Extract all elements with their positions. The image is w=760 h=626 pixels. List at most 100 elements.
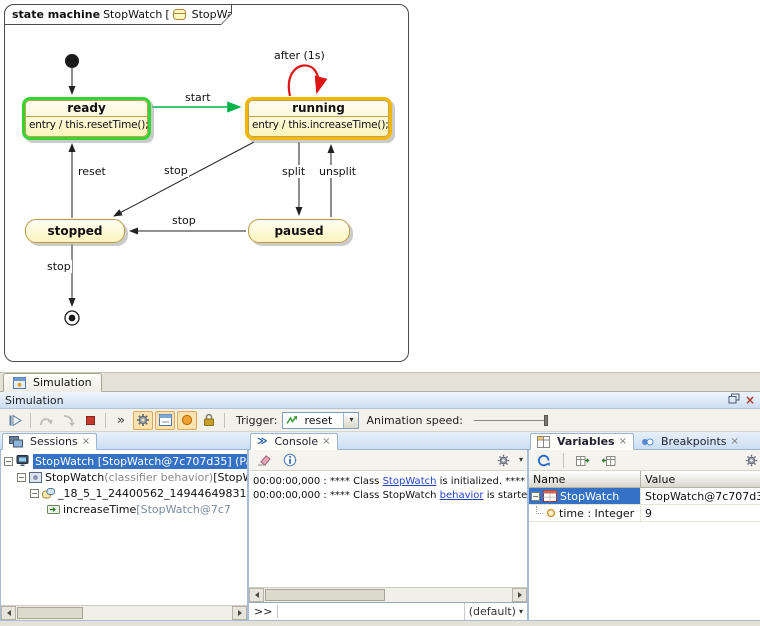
step-over-button[interactable] [36, 411, 56, 430]
attribute-icon [546, 508, 556, 518]
simulation-options-button[interactable] [133, 411, 153, 430]
session-row-behavior[interactable]: − StopWatch(classifier behavior) [StopW [1, 469, 247, 485]
simulation-toolbar: » Trigger: reset ▾ Animation speed: [0, 409, 760, 432]
triangle-left-icon [7, 610, 11, 616]
console-link-stopwatch[interactable]: StopWatch [383, 476, 437, 487]
console-options-gear-icon[interactable] [494, 451, 514, 470]
session-row-stopwatch[interactable]: − StopWatch [StopWatch@7c707d35] (Pause [1, 453, 247, 469]
triangle-right-icon [518, 592, 522, 598]
variable-row-stopwatch[interactable]: − StopWatch StopWatch@7c707d35 [529, 488, 760, 505]
state-ready[interactable]: ready entry / this.resetTime(); [22, 97, 151, 140]
tab-console[interactable]: ≫ Console × [250, 433, 338, 450]
console-line-2: 00:00:00,000 : **** Class StopWatch beha… [253, 489, 523, 503]
label-stop-final: stop [46, 260, 72, 273]
import-table-button[interactable] [599, 451, 619, 470]
tab-sessions[interactable]: Sessions × [2, 433, 97, 450]
active-state-toggle-button[interactable] [177, 411, 197, 430]
column-value[interactable]: Value [641, 471, 760, 487]
trigger-select[interactable]: reset ▾ [282, 412, 359, 429]
console-input[interactable] [278, 604, 463, 620]
slider-track [474, 420, 546, 421]
variables-options-gear-icon[interactable] [741, 451, 760, 470]
console-mode-value: (default) [469, 605, 516, 618]
breakpoints-tab-label: Breakpoints [661, 435, 727, 448]
signal-event-icon [286, 415, 298, 426]
console-output: 00:00:00,000 : **** Class StopWatch is i… [249, 471, 527, 587]
state-ready-name: ready [25, 100, 148, 117]
console-hscrollbar[interactable] [249, 587, 527, 602]
scroll-left-button[interactable] [249, 588, 264, 602]
column-name[interactable]: Name [529, 471, 641, 487]
terminate-button[interactable] [80, 411, 100, 430]
toolbar-overflow-chevron[interactable]: » [111, 411, 131, 430]
call-behavior-icon [47, 504, 60, 515]
transition-stop-from-running[interactable] [114, 142, 254, 216]
label-unsplit: unsplit [318, 165, 357, 178]
chevron-down-icon[interactable]: ▾ [519, 456, 523, 464]
export-table-button[interactable] [573, 451, 593, 470]
sessions-tab-label: Sessions [30, 435, 78, 448]
chevron-down-icon: ▾ [519, 608, 523, 616]
console-mode-select[interactable]: (default) ▾ [464, 603, 527, 620]
panel-bottom-edge [0, 621, 760, 626]
console-link-behavior[interactable]: behavior [440, 490, 484, 501]
scroll-thumb[interactable] [265, 589, 385, 601]
sessions-hscrollbar[interactable] [1, 605, 247, 620]
animation-speed-label: Animation speed: [366, 414, 463, 427]
simulation-panel: Simulation Simulation × » Trigger: [0, 372, 760, 626]
console-prompt: >> [249, 605, 278, 618]
close-icon[interactable]: × [745, 395, 755, 405]
label-stop-paused: stop [171, 214, 197, 227]
simulation-tab-icon [13, 377, 26, 389]
tab-variables[interactable]: Variables × [530, 433, 634, 450]
variable-row-time[interactable]: time : Integer 9 [529, 505, 760, 522]
close-icon[interactable]: × [322, 437, 330, 446]
animation-speed-slider[interactable] [474, 412, 550, 429]
scroll-thumb[interactable] [17, 607, 83, 619]
state-running-entry: entry / this.increaseTime(); [248, 117, 389, 131]
initial-state[interactable] [65, 54, 79, 68]
tab-simulation[interactable]: Simulation [3, 373, 102, 392]
panel-title: Simulation [5, 394, 64, 407]
console-toolbar: ▾ [249, 450, 527, 471]
collapse-icon[interactable]: − [17, 473, 26, 482]
scroll-right-button[interactable] [512, 588, 527, 602]
session-row-activity[interactable]: − _18_5_1_24400562_1494464983105 [1, 485, 247, 501]
close-icon[interactable]: × [619, 437, 627, 446]
slider-thumb[interactable] [544, 415, 548, 426]
session-row-increasetime[interactable]: increaseTime [StopWatch@7c7 [1, 501, 247, 517]
step-into-button[interactable] [58, 411, 78, 430]
tab-breakpoints[interactable]: Breakpoints × [635, 433, 745, 450]
float-window-icon[interactable] [728, 393, 740, 407]
clear-console-button[interactable] [254, 451, 274, 470]
simulation-tab-label: Simulation [33, 376, 92, 389]
object-table-icon [543, 490, 557, 502]
tree-elbow [536, 506, 543, 514]
scroll-left-button[interactable] [1, 606, 16, 620]
close-icon[interactable]: × [82, 437, 90, 446]
state-running[interactable]: running entry / this.increaseTime(); [245, 97, 392, 140]
transition-after-self-loop[interactable] [289, 65, 319, 96]
lock-button[interactable] [199, 411, 219, 430]
increasetime-row-name: increaseTime [63, 503, 136, 516]
info-button[interactable] [280, 451, 300, 470]
console-tab-bar: ≫ Console × [248, 432, 528, 450]
final-state-inner [69, 315, 76, 322]
trigger-dropdown-button[interactable]: ▾ [343, 413, 358, 428]
magicdraw-simulation-screen: state machine StopWatch [ StopWatch ] re… [0, 0, 760, 626]
animate-toggle-button[interactable] [155, 411, 175, 430]
collapse-icon[interactable]: − [30, 489, 39, 498]
state-stopped[interactable]: stopped [25, 219, 125, 243]
close-icon[interactable]: × [731, 437, 739, 446]
console-text: is initialized. **** [436, 476, 525, 487]
refresh-button[interactable] [534, 451, 554, 470]
collapse-icon[interactable]: − [4, 457, 13, 466]
behavior-icon [29, 472, 42, 483]
state-ready-entry: entry / this.resetTime(); [25, 117, 148, 131]
variables-tab-bar: Variables × Breakpoints × [528, 432, 760, 450]
collapse-icon[interactable]: − [531, 492, 540, 501]
scroll-right-button[interactable] [232, 606, 247, 620]
behavior-row-ref: [StopW [213, 471, 247, 484]
state-paused[interactable]: paused [248, 219, 350, 243]
run-button[interactable] [5, 411, 25, 430]
